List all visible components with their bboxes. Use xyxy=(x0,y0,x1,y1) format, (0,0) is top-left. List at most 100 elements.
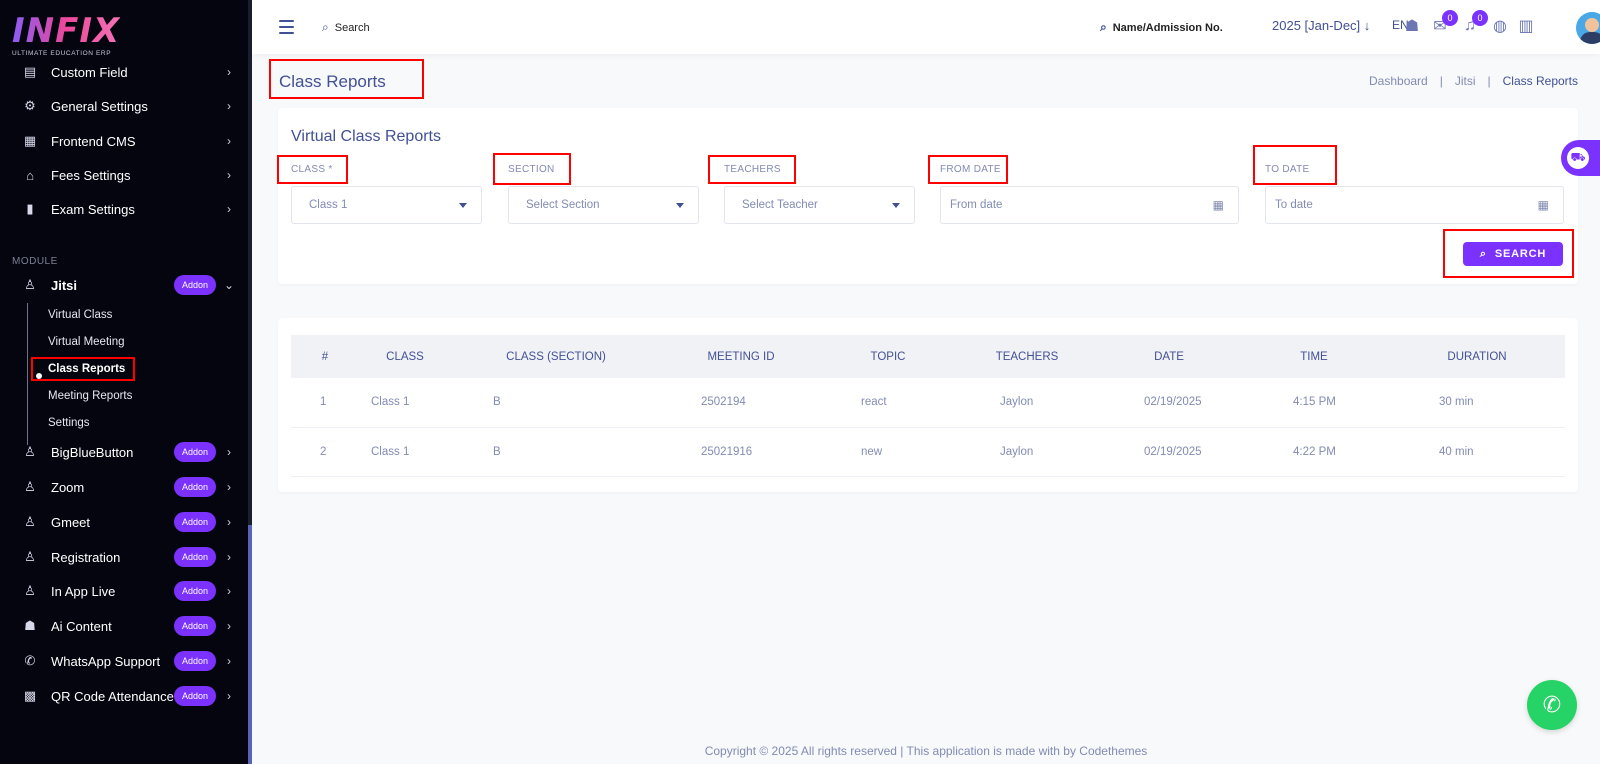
submenu-meeting-reports[interactable]: Meeting Reports xyxy=(48,390,132,402)
submenu-virtual-class[interactable]: Virtual Class xyxy=(48,309,112,321)
sidebar-item-label: In App Live xyxy=(51,583,116,599)
sidebar-item-label: Frontend CMS xyxy=(51,133,136,149)
sidebar-item-in-app-live[interactable]: ♙ In App Live Addon › xyxy=(0,576,248,606)
search-icon: ⌕ xyxy=(1100,20,1107,34)
table-cell: 4:15 PM xyxy=(1293,396,1336,409)
submenu-virtual-meeting[interactable]: Virtual Meeting xyxy=(48,336,125,348)
highlight-box xyxy=(269,59,424,99)
highlight-box xyxy=(928,155,1008,184)
column-header: DURATION xyxy=(1447,350,1507,363)
chevron-right-icon: › xyxy=(227,550,231,564)
robot-icon[interactable]: ☗ xyxy=(1402,16,1422,36)
notifications-count-badge: 0 xyxy=(1472,10,1488,26)
addon-badge: Addon xyxy=(173,477,216,497)
cms-icon: ▦ xyxy=(23,133,37,148)
table-cell: Jaylon xyxy=(1000,445,1034,458)
calendar-icon[interactable]: ▦ xyxy=(1538,198,1549,212)
caret-down-icon xyxy=(676,202,684,208)
sidebar-item-whatsapp-support[interactable]: ✆ WhatsApp Support Addon › xyxy=(0,646,248,676)
side-shop-tab[interactable]: ⛟ xyxy=(1561,140,1600,176)
book-icon: ▮ xyxy=(26,201,34,216)
from-date-input[interactable]: From date ▦ xyxy=(940,186,1239,224)
sidebar-item-gmeet[interactable]: ♙ Gmeet Addon › xyxy=(0,507,248,537)
highlight-box xyxy=(1253,145,1337,185)
submenu-settings[interactable]: Settings xyxy=(48,417,90,429)
module-icon: ♙ xyxy=(24,549,36,564)
messages-count-badge: 0 xyxy=(1442,10,1458,26)
module-icon: ♙ xyxy=(24,583,36,598)
sidebar-scroll-thumb[interactable] xyxy=(248,525,252,764)
sidebar-item-jitsi[interactable]: ♙ Jitsi Addon ⌄ xyxy=(0,270,248,300)
bank-icon: ⌂ xyxy=(26,167,34,183)
bell-icon[interactable]: ♫ 0 xyxy=(1460,10,1488,36)
table-cell: 2502194 xyxy=(701,396,746,409)
teacher-select[interactable]: Select Teacher xyxy=(724,186,915,224)
sidebar-item-label: Exam Settings xyxy=(51,201,135,217)
chart-icon[interactable]: ▥ xyxy=(1516,16,1536,36)
breadcrumb-dashboard[interactable]: Dashboard xyxy=(1369,74,1428,88)
globe-icon[interactable]: ◍ xyxy=(1490,16,1510,36)
session-label: 2025 [Jan-Dec] xyxy=(1272,18,1361,33)
card-title: Virtual Class Reports xyxy=(291,128,441,145)
admission-search[interactable]: ⌕ Name/Admission No. xyxy=(1100,20,1223,35)
sidebar-item-custom-field[interactable]: ▤ Custom Field › xyxy=(0,57,248,87)
breadcrumb: Dashboard | Jitsi | Class Reports xyxy=(1369,74,1578,88)
addon-badge: Addon xyxy=(173,616,216,636)
table-cell: new xyxy=(861,445,883,458)
infix-logo[interactable]: INFIX ULTIMATE EDUCATION ERP xyxy=(12,14,120,57)
highlight-box xyxy=(277,155,348,184)
table-row: 2 Class 1 B 25021916 new Jaylon 02/19/20… xyxy=(291,427,1565,476)
sidebar-item-label: Fees Settings xyxy=(51,167,131,183)
brand-name: INFIX xyxy=(12,11,121,51)
cart-icon: ⛟ xyxy=(1567,147,1589,169)
sidebar-item-general-settings[interactable]: ⚙ General Settings › xyxy=(0,91,248,121)
submenu-line xyxy=(27,303,28,445)
whatsapp-chat-button[interactable]: ✆ xyxy=(1527,680,1577,730)
breadcrumb-jitsi[interactable]: Jitsi xyxy=(1455,74,1476,88)
addon-badge: Addon xyxy=(173,686,216,706)
chevron-right-icon: › xyxy=(227,202,231,216)
session-selector[interactable]: 2025 [Jan-Dec] ↓ xyxy=(1272,18,1370,33)
sidebar-item-label: WhatsApp Support xyxy=(51,653,161,669)
chevron-right-icon: › xyxy=(227,445,231,459)
to-date-input[interactable]: To date ▦ xyxy=(1265,186,1564,224)
search-icon: ⌕ xyxy=(322,20,329,34)
sidebar-item-label: Custom Field xyxy=(51,64,128,80)
calendar-icon[interactable]: ▦ xyxy=(1213,198,1224,212)
column-header: # xyxy=(321,350,329,363)
chevron-right-icon: › xyxy=(227,134,231,148)
chevron-right-icon: › xyxy=(227,65,231,79)
sidebar-item-fees-settings[interactable]: ⌂ Fees Settings › xyxy=(0,160,248,190)
sidebar-item-bigbluebutton[interactable]: ♙ BigBlueButton Addon › xyxy=(0,437,248,467)
sidebar-item-qr-code-attendance[interactable]: ▩ QR Code Attendance Addon › xyxy=(0,681,248,711)
module-icon: ♙ xyxy=(24,514,36,529)
table-cell: 25021916 xyxy=(701,445,753,458)
column-header: MEETING ID xyxy=(707,350,775,363)
arrow-down-icon: ↓ xyxy=(1363,18,1371,33)
avatar[interactable] xyxy=(1576,12,1600,44)
sidebar-item-label: Ai Content xyxy=(51,618,112,634)
sidebar-item-registration[interactable]: ♙ Registration Addon › xyxy=(0,542,248,572)
footer-copyright: Copyright © 2025 All rights reserved | T… xyxy=(704,744,1148,758)
chevron-right-icon: › xyxy=(227,584,231,598)
menu-toggle-icon[interactable] xyxy=(279,20,294,34)
class-select[interactable]: Class 1 xyxy=(291,186,482,224)
section-select[interactable]: Select Section xyxy=(508,186,699,224)
custom-field-icon: ▤ xyxy=(23,64,37,79)
sidebar-item-exam-settings[interactable]: ▮ Exam Settings › xyxy=(0,194,248,224)
table-header-row: # CLASS CLASS (SECTION) MEETING ID TOPIC… xyxy=(291,335,1565,378)
chevron-right-icon: › xyxy=(227,99,231,113)
messages-icon[interactable]: ✉ 0 xyxy=(1430,10,1458,36)
chevron-right-icon: › xyxy=(227,480,231,494)
header-search[interactable]: ⌕ Search xyxy=(322,20,370,35)
module-section-label: MODULE xyxy=(12,256,58,267)
addon-badge: Addon xyxy=(173,442,216,462)
class-reports-table: # CLASS CLASS (SECTION) MEETING ID TOPIC… xyxy=(291,335,1565,477)
sidebar-item-zoom[interactable]: ♙ Zoom Addon › xyxy=(0,472,248,502)
robot-icon: ☗ xyxy=(24,618,36,633)
sidebar-item-frontend-cms[interactable]: ▦ Frontend CMS › xyxy=(0,126,248,156)
chevron-right-icon: › xyxy=(227,689,231,703)
caret-down-icon xyxy=(459,202,467,208)
sidebar-item-ai-content[interactable]: ☗ Ai Content Addon › xyxy=(0,611,248,641)
module-icon: ♙ xyxy=(24,444,36,459)
